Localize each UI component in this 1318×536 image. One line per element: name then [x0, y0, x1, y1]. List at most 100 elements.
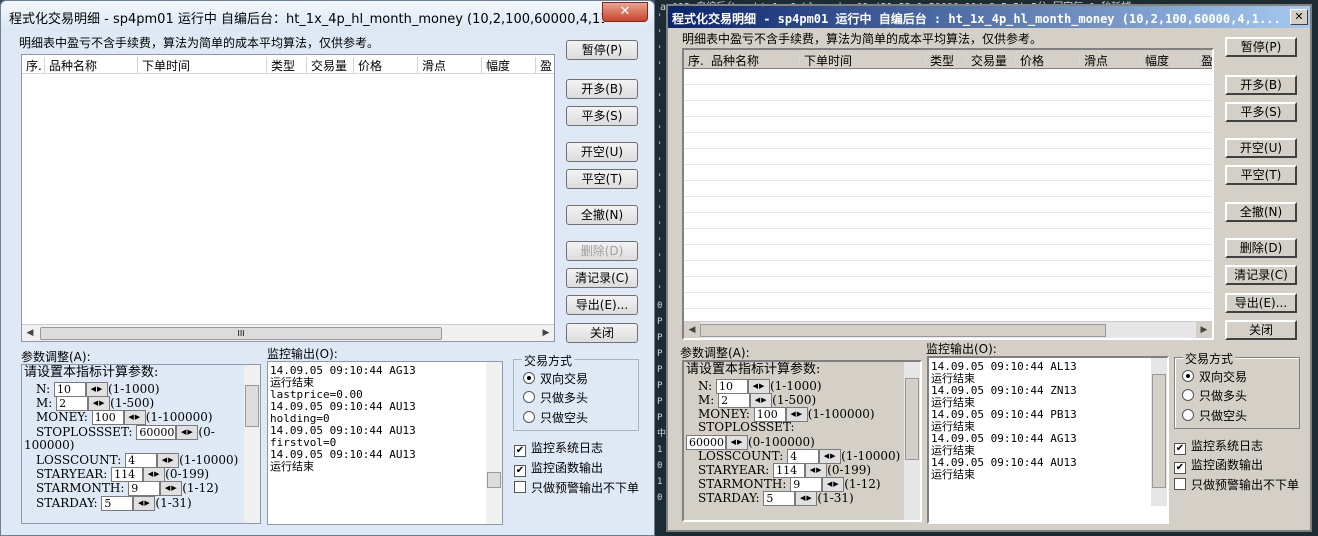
spin-arrows-icon[interactable]: ◀▶: [795, 491, 818, 506]
monitor-output-box[interactable]: 14.09.05 09:10:44 AG13 运行结束 lastprice=0.00…: [267, 361, 503, 525]
param-value-input[interactable]: 5: [763, 491, 796, 506]
close-button[interactable]: 关闭: [566, 323, 638, 343]
param-value-input[interactable]: 60000: [136, 424, 177, 440]
param-value-input[interactable]: 4: [125, 453, 158, 468]
spin-arrows-icon[interactable]: ◀▶: [750, 393, 773, 408]
pause-button[interactable]: 暂停(P): [566, 40, 638, 60]
delete-button[interactable]: 删除(D): [566, 241, 638, 261]
column-header-type[interactable]: 类型: [925, 52, 954, 68]
column-header-index[interactable]: 序.: [22, 57, 42, 73]
open-short-button[interactable]: 开空(U): [566, 142, 638, 162]
param-panel[interactable]: 请设置本指标计算参数: N: 10 ◀▶ (1-1000) M: 2 ◀▶ (1-500)…: [682, 360, 922, 522]
pause-button[interactable]: 暂停(P): [1225, 37, 1297, 57]
close-short-button[interactable]: 平空(T): [566, 169, 638, 189]
scroll-left-icon[interactable]: ◀: [684, 322, 700, 338]
param-scroll-thumb[interactable]: [245, 385, 259, 427]
close-long-button[interactable]: 平多(S): [566, 106, 638, 126]
clear-log-button[interactable]: 清记录(C): [1225, 265, 1297, 285]
param-value-input[interactable]: 100: [91, 410, 124, 426]
open-long-button[interactable]: 开多(B): [566, 79, 638, 99]
param-value-input[interactable]: 114: [773, 463, 806, 478]
scroll-thumb[interactable]: III: [40, 327, 442, 340]
scroll-left-icon[interactable]: ◀: [22, 325, 38, 341]
open-long-button[interactable]: 开多(B): [1225, 75, 1297, 95]
column-header-index[interactable]: 序.: [684, 52, 704, 68]
spin-arrows-icon[interactable]: ◀▶: [123, 410, 146, 426]
spin-arrows-icon[interactable]: ◀▶: [133, 495, 156, 511]
spin-arrows-icon[interactable]: ◀▶: [747, 379, 770, 394]
clear-log-button[interactable]: 清记录(C): [566, 268, 638, 288]
monitor-scrollbar[interactable]: [486, 362, 502, 524]
spin-arrows-icon[interactable]: ◀▶: [822, 477, 845, 492]
title-bar[interactable]: 程式化交易明细 - sp4pm01 运行中 自编后台：ht_1x_4p_hl_m…: [1, 1, 654, 31]
spin-arrows-icon[interactable]: ◀▶: [88, 396, 111, 412]
trade-detail-table[interactable]: 序. 品种名称 下单时间 类型 交易量 价格 滑点 幅度 盈 ◀ III ▶: [21, 54, 555, 342]
mode-bidirectional-radio[interactable]: 双向交易: [1182, 368, 1247, 385]
cancel-all-button[interactable]: 全撤(N): [566, 205, 638, 225]
param-value-input[interactable]: 2: [56, 396, 89, 412]
open-short-button[interactable]: 开空(U): [1225, 138, 1297, 158]
param-value-input[interactable]: 10: [53, 382, 86, 397]
mode-short-only-radio[interactable]: 只做空头: [1182, 407, 1247, 424]
param-value-input[interactable]: 9: [790, 477, 823, 492]
cancel-all-button[interactable]: 全撤(N): [1225, 202, 1297, 222]
param-value-input[interactable]: 9: [128, 481, 161, 497]
param-panel[interactable]: 请设置本指标计算参数: N: 10 ◀▶ (1-1000) M: 2 ◀▶ (1-500)…: [21, 364, 261, 524]
param-value-input[interactable]: 114: [111, 467, 144, 483]
close-short-button[interactable]: 平空(T): [1225, 165, 1297, 185]
param-value-input[interactable]: 60000: [686, 435, 726, 450]
param-scroll-thumb[interactable]: [905, 378, 919, 460]
param-value-input[interactable]: 2: [718, 393, 751, 408]
monitor-scrollbar[interactable]: [1151, 358, 1167, 506]
spin-arrows-icon[interactable]: ◀▶: [819, 449, 842, 464]
mode-short-only-radio[interactable]: 只做空头: [523, 409, 588, 426]
scroll-right-icon[interactable]: ▶: [1196, 322, 1212, 338]
horizontal-scrollbar[interactable]: ◀ ▶: [684, 321, 1212, 338]
spin-arrows-icon[interactable]: ◀▶: [143, 467, 166, 483]
monitor-system-log-checkbox[interactable]: ✔ 监控系统日志: [1174, 437, 1263, 455]
close-long-button[interactable]: 平多(S): [1225, 102, 1297, 122]
alert-only-checkbox[interactable]: 只做预警输出不下单: [1174, 476, 1299, 493]
param-value-input[interactable]: 10: [715, 379, 748, 394]
close-window-button[interactable]: ✕: [602, 2, 648, 22]
column-header-price[interactable]: 价格: [1015, 52, 1044, 68]
monitor-function-output-checkbox[interactable]: ✔ 监控函数输出: [514, 459, 603, 477]
spin-arrows-icon[interactable]: ◀▶: [157, 453, 180, 468]
spin-arrows-icon[interactable]: ◀▶: [85, 382, 108, 397]
monitor-scroll-thumb[interactable]: [487, 472, 501, 488]
column-header-slippage[interactable]: 滑点: [1079, 52, 1108, 68]
mode-long-only-radio[interactable]: 只做多头: [1182, 387, 1247, 404]
scroll-thumb[interactable]: [700, 324, 1106, 337]
param-value-input[interactable]: 5: [101, 495, 134, 511]
horizontal-scrollbar[interactable]: ◀ III ▶: [22, 324, 554, 341]
monitor-function-output-checkbox[interactable]: ✔ 监控函数输出: [1174, 456, 1263, 474]
spin-arrows-icon[interactable]: ◀▶: [176, 424, 199, 440]
monitor-system-log-checkbox[interactable]: ✔ 监控系统日志: [514, 439, 603, 457]
export-button[interactable]: 导出(E)...: [1225, 293, 1297, 313]
column-header-order-time[interactable]: 下单时间: [799, 52, 852, 68]
spin-arrows-icon[interactable]: ◀▶: [726, 435, 748, 450]
param-value-input[interactable]: 4: [787, 449, 820, 464]
trade-detail-table[interactable]: 序. 品种名称 下单时间 类型 交易量 价格 滑点 幅度 盈 ◀ ▶: [682, 48, 1214, 340]
column-header-volume[interactable]: 交易量: [966, 52, 1007, 68]
export-button[interactable]: 导出(E)...: [566, 295, 638, 315]
spin-arrows-icon[interactable]: ◀▶: [160, 481, 183, 497]
delete-button[interactable]: 删除(D): [1225, 238, 1297, 258]
title-bar[interactable]: 程式化交易明细 - sp4pm01 运行中 自编后台 : ht_1x_4p_hl…: [668, 6, 1310, 28]
column-header-range[interactable]: 幅度: [481, 57, 510, 73]
column-header-volume[interactable]: 交易量: [306, 57, 347, 73]
scroll-right-icon[interactable]: ▶: [538, 325, 554, 341]
mode-bidirectional-radio[interactable]: 双向交易: [523, 370, 588, 387]
column-header-order-time[interactable]: 下单时间: [137, 57, 190, 73]
param-scrollbar[interactable]: [244, 365, 260, 523]
close-window-button[interactable]: ✕: [1290, 9, 1308, 25]
monitor-scroll-thumb[interactable]: [1152, 374, 1166, 488]
monitor-output-box[interactable]: 14.09.05 09:10:44 AL13 运行结束 14.09.05 09:10…: [927, 356, 1169, 524]
param-scrollbar[interactable]: [904, 362, 920, 520]
column-header-slippage[interactable]: 滑点: [417, 57, 446, 73]
column-header-range[interactable]: 幅度: [1140, 52, 1169, 68]
column-header-price[interactable]: 价格: [353, 57, 382, 73]
mode-long-only-radio[interactable]: 只做多头: [523, 389, 588, 406]
column-header-symbol[interactable]: 品种名称: [44, 57, 97, 73]
column-header-symbol[interactable]: 品种名称: [706, 52, 759, 68]
